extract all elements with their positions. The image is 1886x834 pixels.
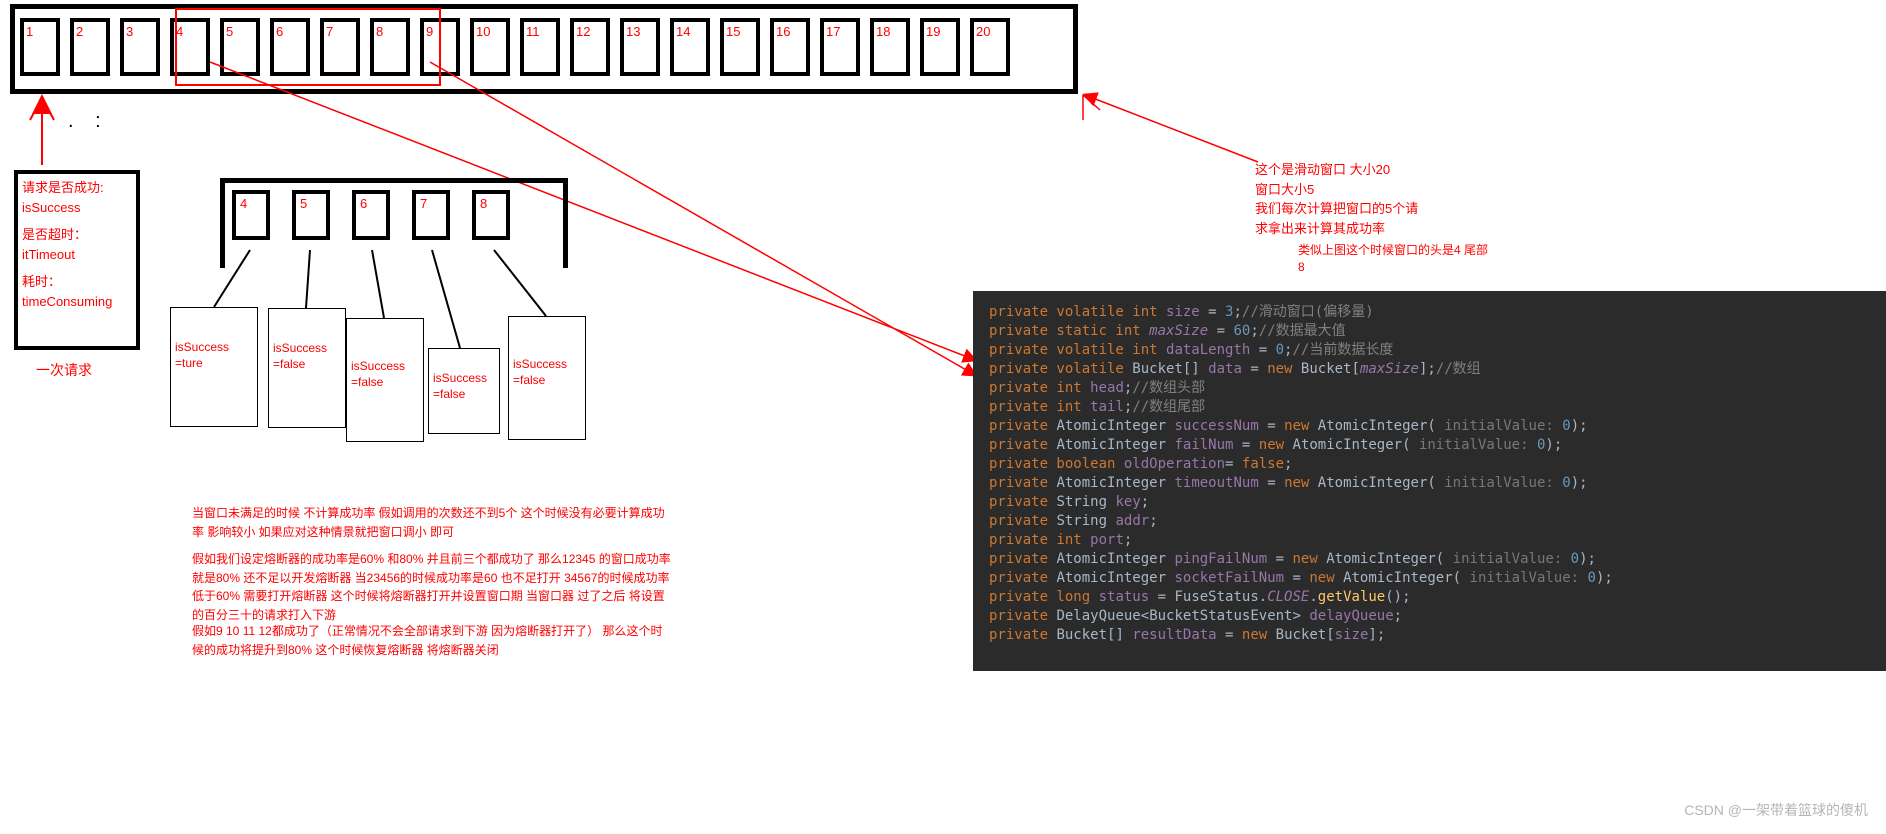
- paragraph-1: 当窗口未满足的时候 不计算成功率 假如调用的次数还不到5个 这个时候没有必要计算…: [192, 504, 672, 541]
- detail-l2: =ture: [175, 356, 253, 372]
- code-block: private volatile int size = 3;//滑动窗口(偏移量…: [973, 291, 1886, 671]
- info-line: isSuccess: [22, 198, 132, 218]
- bucket-15: 15: [720, 18, 760, 76]
- detail-l1: isSuccess: [175, 340, 253, 356]
- paragraph-2: 假如我们设定熔断器的成功率是60% 和80% 并且前三个都成功了 那么12345…: [192, 550, 672, 624]
- detail-l2: =false: [351, 375, 419, 391]
- bucket-3: 3: [120, 18, 160, 76]
- bucket-10: 10: [470, 18, 510, 76]
- bucket-12: 12: [570, 18, 610, 76]
- watermark: CSDN @一架带着篮球的傻机: [1684, 800, 1868, 820]
- paragraph-3: 假如9 10 11 12都成功了（正常情况不会全部请求到下游 因为熔断器打开了）…: [192, 622, 672, 659]
- right-note-2: 类似上图这个时候窗口的头是4 尾部 8: [1298, 242, 1488, 276]
- info-line: 耗时：: [22, 272, 132, 292]
- detail-l2: =false: [433, 387, 495, 403]
- ellipsis-dots: . :: [68, 110, 109, 133]
- sub-bucket-5: 5: [292, 190, 330, 240]
- bucket-13: 13: [620, 18, 660, 76]
- info-line: 是否超时：: [22, 225, 132, 245]
- sub-bucket-7: 7: [412, 190, 450, 240]
- bucket-14: 14: [670, 18, 710, 76]
- detail-l2: =false: [513, 373, 581, 389]
- detail-box-8: isSuccess =false: [508, 316, 586, 440]
- top-bucket-row: 1 2 3 4 5 6 7 8 9 10 11 12 13 14 15 16 1…: [20, 18, 1010, 76]
- detail-l1: isSuccess: [513, 357, 581, 373]
- detail-l2: =false: [273, 357, 341, 373]
- info-line: itTimeout: [22, 245, 132, 265]
- sub-bucket-row: 4 5 6 7 8: [232, 190, 510, 240]
- right-note-1: 这个是滑动窗口 大小20 窗口大小5 我们每次计算把窗口的5个请求拿出来计算其成…: [1255, 160, 1430, 238]
- sub-bucket-6: 6: [352, 190, 390, 240]
- sub-bucket-8: 8: [472, 190, 510, 240]
- detail-box-4: isSuccess =ture: [170, 307, 258, 427]
- detail-box-5: isSuccess =false: [268, 308, 346, 428]
- info-line: 请求是否成功:: [22, 178, 132, 198]
- bucket-11: 11: [520, 18, 560, 76]
- bucket-17: 17: [820, 18, 860, 76]
- highlight-window: [175, 8, 441, 86]
- bucket-16: 16: [770, 18, 810, 76]
- detail-box-6: isSuccess =false: [346, 318, 424, 442]
- sub-bucket-4: 4: [232, 190, 270, 240]
- bucket-18: 18: [870, 18, 910, 76]
- detail-l1: isSuccess: [433, 371, 495, 387]
- detail-box-7: isSuccess =false: [428, 348, 500, 434]
- info-line: timeConsuming: [22, 292, 132, 312]
- bucket-2: 2: [70, 18, 110, 76]
- detail-l1: isSuccess: [273, 341, 341, 357]
- bucket-20: 20: [970, 18, 1010, 76]
- bucket-1: 1: [20, 18, 60, 76]
- info-caption: 一次请求: [36, 360, 92, 380]
- request-info-box: 请求是否成功: isSuccess 是否超时： itTimeout 耗时： ti…: [14, 170, 140, 350]
- bucket-19: 19: [920, 18, 960, 76]
- detail-l1: isSuccess: [351, 359, 419, 375]
